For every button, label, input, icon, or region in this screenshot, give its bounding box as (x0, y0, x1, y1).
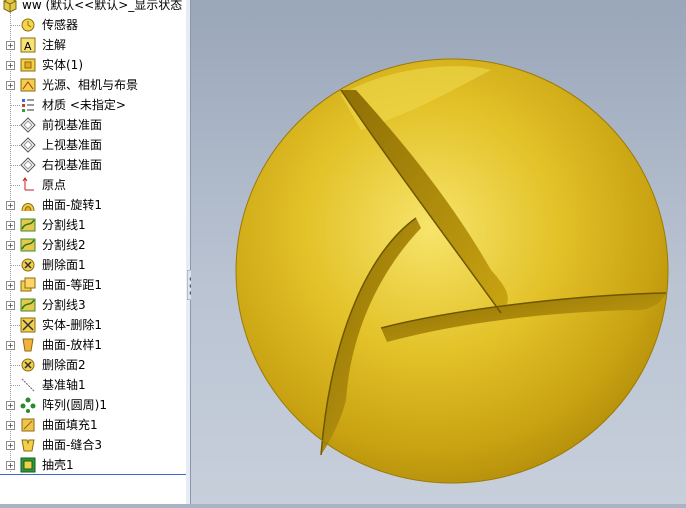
lights-cameras-icon (20, 78, 36, 92)
circular-pattern-icon (20, 397, 36, 413)
expand-toggle-icon[interactable]: + (6, 61, 15, 70)
graphics-viewport[interactable] (191, 0, 686, 504)
svg-text:A: A (24, 40, 32, 53)
tree-item-label: 实体(1) (42, 58, 83, 72)
surface-loft-icon (22, 338, 34, 352)
tree-item-label: 上视基准面 (42, 138, 103, 152)
tree-item-label: 分割线2 (42, 238, 86, 252)
solid-bodies-icon (20, 58, 36, 72)
split-line-icon (20, 298, 36, 312)
tree-item[interactable]: 传感器 (0, 15, 186, 35)
tree-item[interactable]: 原点 (0, 175, 186, 195)
tree-item-label: 曲面-等距1 (42, 278, 102, 292)
tree-connector (10, 185, 20, 186)
tree-connector (10, 365, 20, 366)
axis-icon (21, 378, 35, 392)
sensor-icon (21, 18, 35, 32)
tree-item-label: 注解 (42, 38, 67, 52)
expand-toggle-icon[interactable]: + (6, 301, 15, 310)
origin-icon (22, 177, 34, 191)
tree-item[interactable]: + 实体(1) (0, 55, 186, 75)
tree-connector (10, 105, 20, 106)
surface-revolve-icon (21, 203, 35, 212)
expand-toggle-icon[interactable]: + (6, 461, 15, 470)
tree-item[interactable]: 右视基准面 (0, 155, 186, 175)
tree-item[interactable]: + 曲面-旋转1 (0, 195, 186, 215)
annotation-icon: A (20, 37, 36, 53)
tree-item[interactable]: + 分割线2 (0, 235, 186, 255)
tree-root[interactable]: ww (默认<<默认>_显示状态 (0, 0, 186, 15)
expand-toggle-icon[interactable]: + (6, 81, 15, 90)
expand-toggle-icon[interactable]: + (6, 281, 15, 290)
tree-item-label: 分割线3 (42, 298, 86, 312)
tree-item[interactable]: + 曲面-等距1 (0, 275, 186, 295)
model-sphere[interactable] (191, 0, 686, 504)
expand-toggle-icon[interactable]: + (6, 201, 15, 210)
tree-bottom-divider (0, 474, 186, 475)
expand-toggle-icon[interactable]: + (6, 401, 15, 410)
tree-root-label: ww (默认<<默认>_显示状态 (22, 0, 183, 12)
tree-item-label: 曲面-放样1 (42, 338, 102, 352)
tree-item-label: 曲面-缝合3 (42, 438, 102, 452)
tree-item-label: 实体-删除1 (42, 318, 102, 332)
tree-item[interactable]: + 阵列(圆周)1 (0, 395, 186, 415)
tree-item[interactable]: 删除面1 (0, 255, 186, 275)
tree-item-label: 材质 <未指定> (42, 98, 126, 112)
feature-manager-tree: ww (默认<<默认>_显示状态 传感器 + A 注解 + 实体(1) + 光源、相机与布景材… (0, 0, 187, 504)
tree-item-label: 删除面1 (42, 258, 86, 272)
tree-item-label: 分割线1 (42, 218, 86, 232)
surface-knit-icon (21, 439, 35, 452)
expand-toggle-icon[interactable]: + (6, 441, 15, 450)
tree-item-label: 光源、相机与布景 (42, 78, 139, 92)
plane-icon (20, 157, 36, 173)
tree-connector (10, 165, 20, 166)
shell-icon (20, 457, 36, 473)
tree-connector (10, 25, 20, 26)
tree-item-label: 曲面-旋转1 (42, 198, 102, 212)
tree-item-label: 阵列(圆周)1 (42, 398, 107, 412)
surface-fill-icon (21, 418, 35, 432)
tree-item-label: 右视基准面 (42, 158, 103, 172)
tree-item[interactable]: + 抽壳1 (0, 455, 186, 475)
tree-item-label: 曲面填充1 (42, 418, 98, 432)
tree-item[interactable]: + 曲面填充1 (0, 415, 186, 435)
delete-face-icon (21, 358, 35, 372)
tree-item[interactable]: + A 注解 (0, 35, 186, 55)
plane-icon (20, 137, 36, 153)
expand-toggle-icon[interactable]: + (6, 421, 15, 430)
expand-toggle-icon[interactable]: + (6, 341, 15, 350)
expand-toggle-icon[interactable]: + (6, 221, 15, 230)
tree-item[interactable]: 基准轴1 (0, 375, 186, 395)
split-line-icon (20, 218, 36, 232)
split-line-icon (20, 238, 36, 252)
tree-connector (10, 125, 20, 126)
tree-item-label: 传感器 (42, 18, 79, 32)
tree-item-label: 原点 (42, 178, 67, 192)
tree-item[interactable]: 实体-删除1 (0, 315, 186, 335)
tree-item-label: 删除面2 (42, 358, 86, 372)
tree-item[interactable]: 上视基准面 (0, 135, 186, 155)
tree-connector (10, 265, 20, 266)
delete-face-icon (21, 258, 35, 272)
tree-item[interactable]: + 分割线1 (0, 215, 186, 235)
tree-item[interactable]: + 分割线3 (0, 295, 186, 315)
tree-item-label: 基准轴1 (42, 378, 86, 392)
tree-item[interactable]: 删除面2 (0, 355, 186, 375)
expand-toggle-icon[interactable]: + (6, 241, 15, 250)
tree-item[interactable]: + 曲面-缝合3 (0, 435, 186, 455)
tree-item[interactable]: 前视基准面 (0, 115, 186, 135)
material-icon (22, 99, 34, 112)
body-delete-icon (20, 317, 36, 333)
tree-item-label: 抽壳1 (42, 458, 74, 472)
surface-offset-icon (20, 277, 36, 292)
tree-connector (10, 325, 20, 326)
plane-icon (20, 117, 36, 133)
tree-item-label: 前视基准面 (42, 118, 103, 132)
tree-connector (10, 145, 20, 146)
tree-item[interactable]: + 曲面-放样1 (0, 335, 186, 355)
expand-toggle-icon[interactable]: + (6, 41, 15, 50)
tree-item[interactable]: 材质 <未指定> (0, 95, 186, 115)
tree-connector (10, 385, 20, 386)
tree-item[interactable]: + 光源、相机与布景 (0, 75, 186, 95)
